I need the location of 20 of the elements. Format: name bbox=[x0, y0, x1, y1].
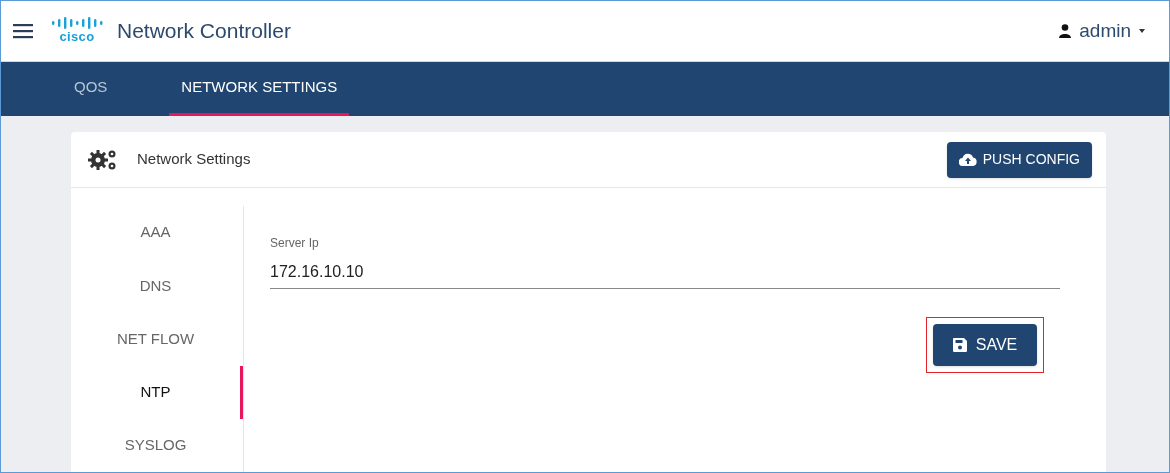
save-button[interactable]: SAVE bbox=[933, 324, 1037, 366]
caret-icon bbox=[1139, 29, 1145, 33]
sidebar-item[interactable]: DNS bbox=[71, 259, 243, 313]
user-menu[interactable]: admin bbox=[1079, 16, 1145, 46]
logo-bars-icon bbox=[51, 15, 103, 30]
sidebar-item[interactable]: NET FLOW bbox=[71, 312, 243, 366]
menu-icon[interactable] bbox=[13, 23, 33, 39]
user-icon bbox=[1059, 24, 1072, 38]
field-label: Server Ip bbox=[270, 235, 320, 252]
server-ip-field[interactable]: 172.16.10.10 bbox=[270, 260, 1060, 289]
sidebar-item[interactable]: NTP bbox=[71, 365, 243, 419]
nav-tab[interactable]: QOS bbox=[62, 62, 120, 116]
nav-tab[interactable]: NETWORK SETTINGS bbox=[169, 62, 350, 116]
app-title: Network Controller bbox=[117, 18, 291, 45]
push-config-button[interactable]: PUSH CONFIG bbox=[946, 141, 1092, 178]
cloud-upload-icon bbox=[958, 153, 977, 166]
logo-text: cisco bbox=[59, 29, 95, 43]
sidebar-item[interactable]: AAA bbox=[71, 206, 243, 260]
card-title: Network Settings bbox=[137, 149, 251, 170]
sidebar-item[interactable]: SYSLOG bbox=[71, 418, 243, 472]
